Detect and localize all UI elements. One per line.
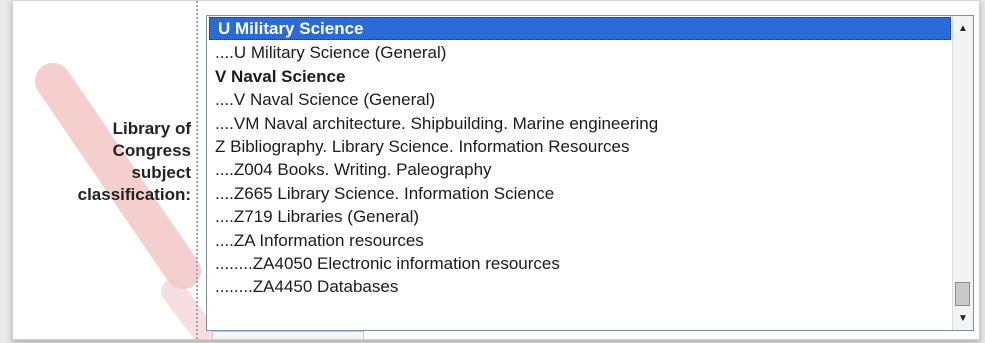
scroll-up-arrow-icon[interactable]: ▲ <box>953 20 973 38</box>
classification-listbox[interactable]: U Military Science ....U Military Science… <box>206 15 974 331</box>
list-item[interactable]: ....Z665 Library Science. Information Sc… <box>207 182 953 205</box>
listbox-options: U Military Science ....U Military Science… <box>207 16 953 330</box>
list-item[interactable]: Z Bibliography. Library Science. Informa… <box>207 135 953 158</box>
list-item[interactable]: ....Z004 Books. Writing. Paleography <box>207 158 953 181</box>
list-item[interactable]: ........ZA4450 Databases <box>207 275 953 298</box>
field-label-line: Library of <box>112 119 191 138</box>
column-divider <box>196 1 198 339</box>
list-item[interactable]: ....VM Naval architecture. Shipbuilding.… <box>207 112 953 135</box>
field-label-line: Congress <box>112 141 191 160</box>
list-item[interactable]: ....Z719 Libraries (General) <box>207 205 953 228</box>
list-item[interactable]: ........ZA4050 Electronic information re… <box>207 252 953 275</box>
field-label-line: subject <box>131 163 191 182</box>
list-item[interactable]: ....V Naval Science (General) <box>207 88 953 111</box>
list-item[interactable]: ....U Military Science (General) <box>207 41 953 64</box>
field-label-line: classification: <box>77 185 191 204</box>
list-item[interactable]: ....ZA Information resources <box>207 229 953 252</box>
field-label: Library of Congress subject classificati… <box>41 118 191 206</box>
classification-panel: Library of Congress subject classificati… <box>12 0 980 340</box>
scroll-down-arrow-icon[interactable]: ▼ <box>953 310 973 328</box>
list-item[interactable]: V Naval Science <box>207 65 953 88</box>
next-field-edge <box>212 331 364 339</box>
scrollbar-thumb[interactable] <box>955 282 970 306</box>
listbox-scrollbar[interactable]: ▲ ▼ <box>952 16 973 330</box>
list-item-selected[interactable]: U Military Science <box>209 17 951 41</box>
